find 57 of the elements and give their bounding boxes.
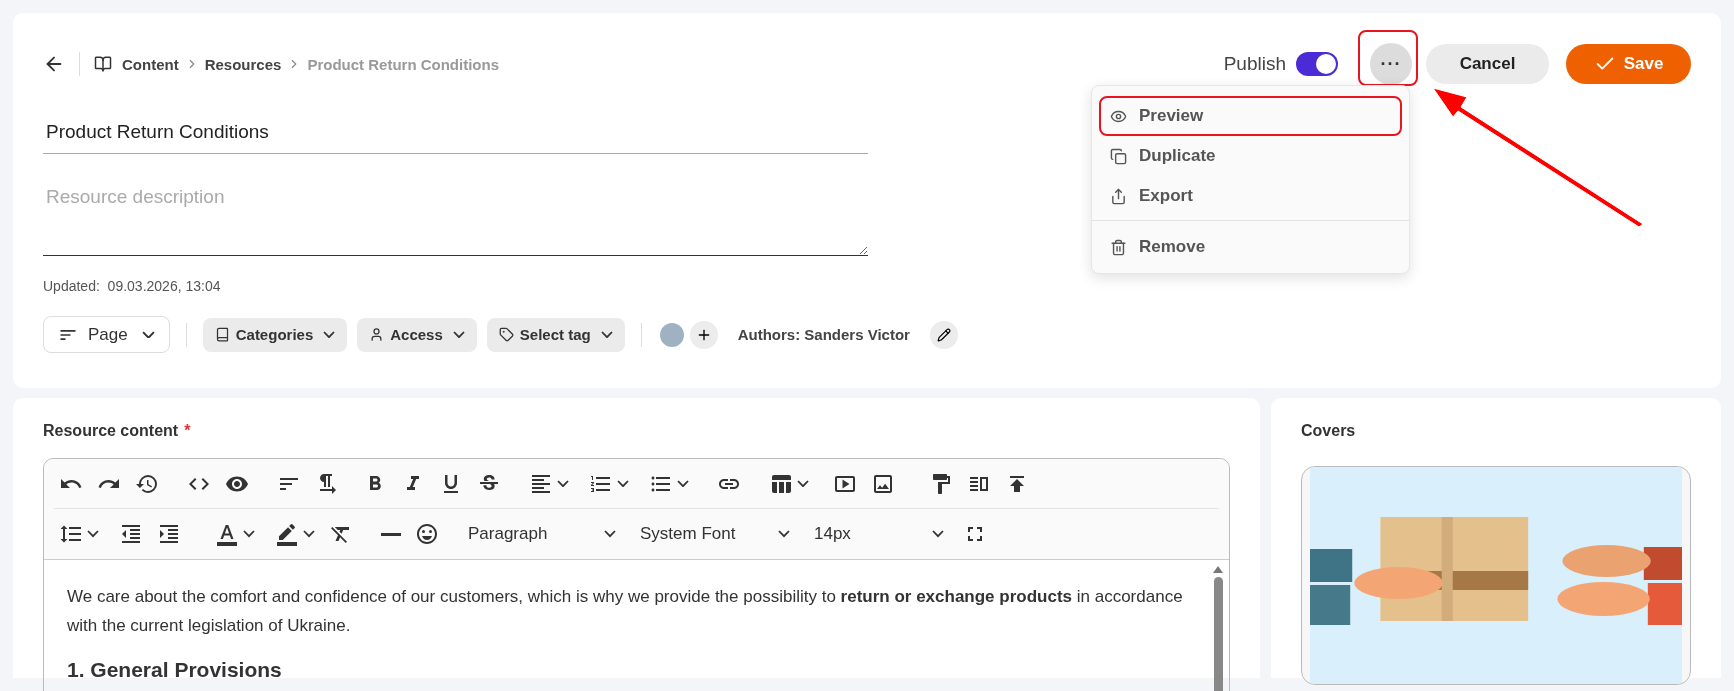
edit-authors-button[interactable] <box>929 320 958 349</box>
text-color-icon <box>215 522 239 546</box>
emoji-icon <box>415 522 439 546</box>
highlighter-icon <box>275 522 299 546</box>
filter-dropdown[interactable]: Categories <box>202 317 348 352</box>
section-title: Resource content <box>43 422 179 439</box>
caret-icon <box>557 479 569 488</box>
breadcrumb-link[interactable]: Resources <box>204 55 282 73</box>
more-button[interactable]: ··· <box>1370 43 1412 85</box>
publish-label: Publish <box>1223 53 1286 75</box>
caret-icon <box>303 530 315 538</box>
menu-item-icon <box>1110 147 1127 165</box>
menu-item[interactable]: Duplicate <box>1092 136 1409 176</box>
caret-icon <box>604 530 616 538</box>
user-icon <box>369 327 385 342</box>
menu-item[interactable]: Preview <box>1092 96 1409 136</box>
add-author-button[interactable] <box>689 320 718 349</box>
scrollbar-thumb[interactable] <box>1213 577 1223 691</box>
caret-icon <box>243 530 255 538</box>
tag-icon <box>498 327 514 342</box>
indent-icon <box>157 522 181 546</box>
pencil-icon <box>936 327 951 342</box>
caret-icon <box>452 330 465 339</box>
section-title: Covers <box>1301 422 1357 440</box>
section-heading: 1. General Provisions <box>67 658 283 682</box>
format-select[interactable]: 14px <box>804 517 954 551</box>
caret-icon <box>778 530 790 538</box>
outdent-icon <box>119 522 143 546</box>
updated-text: Updated: 09.03.2026, 13:04 <box>43 278 222 294</box>
filter-dropdown[interactable]: Access <box>357 317 477 352</box>
caret-icon <box>797 479 809 488</box>
authors-text: Authors: Sanders Victor <box>737 326 910 343</box>
publish-toggle[interactable] <box>1296 52 1338 76</box>
scroll-up-icon[interactable] <box>1213 566 1223 573</box>
horizontal-rule-icon <box>381 532 401 536</box>
caret-icon <box>617 479 629 488</box>
caret-icon <box>141 330 155 339</box>
menu-item-icon <box>1110 238 1127 256</box>
caret-icon <box>677 479 689 488</box>
caret-icon <box>87 530 99 538</box>
required-mark: * <box>184 422 191 439</box>
page-type-select[interactable]: Page <box>43 316 170 353</box>
format-select[interactable]: Paragraph <box>458 517 626 551</box>
format-select[interactable]: System Font <box>630 517 800 551</box>
caret-icon <box>932 530 944 538</box>
cancel-button[interactable]: Cancel <box>1426 44 1549 84</box>
breadcrumb-link[interactable]: Content <box>122 55 179 73</box>
book-icon <box>214 327 230 342</box>
filter-dropdown[interactable]: Select tag <box>486 317 625 352</box>
caret-icon <box>323 330 336 339</box>
caret-icon <box>600 330 613 339</box>
menu-item[interactable]: Export <box>1092 176 1409 216</box>
menu-item[interactable]: Remove <box>1092 227 1409 267</box>
menu-item-icon <box>1110 187 1127 205</box>
book-icon <box>94 55 112 73</box>
paragraph: We care about the comfort and confidence of our customers, which is why we provide the possibility to return or exchange products in accordance with the current legislation of Ukraine. <box>67 586 1184 637</box>
title-field[interactable]: Product Return Conditions <box>43 115 868 154</box>
